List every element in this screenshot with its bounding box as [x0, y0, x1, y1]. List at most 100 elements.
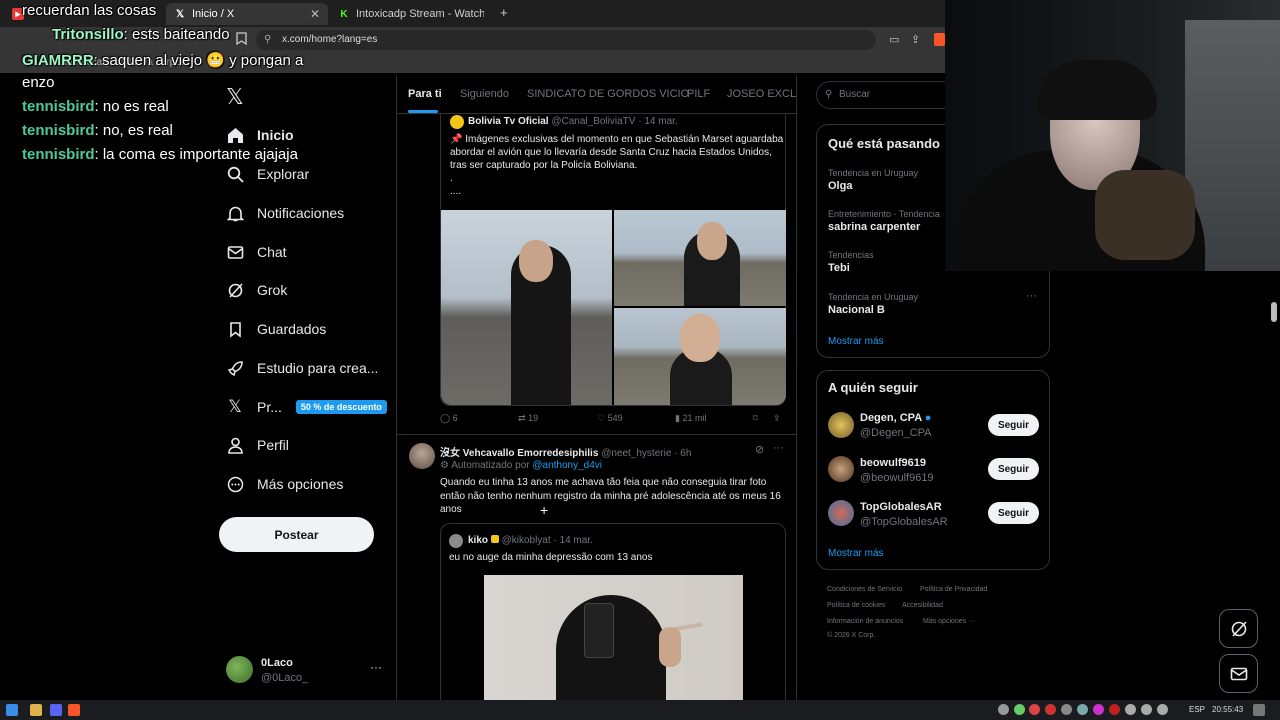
nav-bookmarks[interactable]: Guardados — [226, 314, 326, 344]
chat-text: : no es real — [94, 98, 169, 115]
share-icon[interactable]: ⇪ — [911, 32, 920, 48]
reply-button[interactable]: ◯ 6 — [440, 413, 458, 424]
nav-more[interactable]: Más opciones — [226, 469, 343, 499]
avatar[interactable] — [409, 443, 435, 469]
avatar[interactable] — [828, 412, 854, 438]
tab-list[interactable]: SINDICATO DE GORDOS VICIO — [527, 88, 689, 100]
bookmark-icon[interactable]: ⌑ — [753, 413, 758, 424]
clock[interactable]: 20:55:43 — [1212, 705, 1243, 714]
tab-list[interactable]: PILF — [687, 88, 710, 100]
folder-icon[interactable] — [30, 704, 42, 716]
tray-icon[interactable] — [1014, 704, 1025, 715]
tab-list[interactable]: JOSEO EXCLUSI — [727, 88, 796, 100]
start-icon[interactable] — [6, 704, 18, 716]
post-author[interactable]: 沒女 Vehcavallo Emorredesiphilis — [440, 448, 598, 459]
notification-icon[interactable] — [1253, 704, 1265, 716]
more-icon[interactable]: ··· — [773, 442, 784, 454]
post-author[interactable]: kiko — [468, 535, 488, 546]
post-author[interactable]: Bolivia Tv Oficial — [468, 116, 549, 127]
nav-profile[interactable]: Perfil — [226, 430, 289, 460]
follow-button[interactable]: Seguir — [988, 502, 1039, 524]
messages-float-button[interactable] — [1219, 654, 1258, 693]
footer-link[interactable]: Política de Privacidad — [920, 586, 987, 593]
tab-for-you[interactable]: Para ti — [408, 88, 442, 100]
x-logo-icon[interactable]: 𝕏 — [226, 84, 244, 110]
grok-float-button[interactable] — [1219, 609, 1258, 648]
tray-icon[interactable] — [1045, 704, 1056, 715]
trend-name[interactable]: Tebi — [828, 262, 850, 274]
grok-icon — [1231, 620, 1247, 637]
user-name[interactable]: TopGlobalesAR — [860, 501, 942, 513]
trend-name[interactable]: sabrina carpenter — [828, 221, 920, 233]
search-icon — [226, 165, 244, 183]
post-button[interactable]: Postear — [219, 517, 374, 552]
brave-icon[interactable] — [934, 33, 945, 46]
browser-tab[interactable]: K Intoxicadp Stream - Watch Live on Ki — [330, 3, 492, 25]
network-icon[interactable] — [1141, 704, 1152, 715]
share-icon[interactable]: ⇪ — [773, 413, 781, 424]
tray-icon[interactable] — [1029, 704, 1040, 715]
tray-icon[interactable] — [1077, 704, 1088, 715]
new-tab-icon[interactable]: + — [500, 5, 508, 21]
volume-icon[interactable] — [1157, 704, 1168, 715]
footer-link[interactable]: Información de anuncios — [827, 618, 903, 625]
follow-button[interactable]: Seguir — [988, 458, 1039, 480]
photo[interactable] — [441, 210, 612, 405]
repost-button[interactable]: ⇄ 19 — [518, 413, 538, 424]
quoted-post[interactable]: kiko @kikoblyat · 14 mar. eu no auge da … — [440, 523, 786, 720]
footer-link[interactable]: Accesibilidad — [902, 602, 943, 609]
discord-icon[interactable] — [50, 704, 62, 716]
nav-premium[interactable]: 𝕏 Pr... 50 % de descuento — [226, 392, 387, 422]
photo[interactable] — [614, 308, 786, 405]
bookmark-icon[interactable] — [236, 32, 247, 49]
tray-icon[interactable] — [998, 704, 1009, 715]
like-button[interactable]: ♡ 549 — [597, 413, 623, 424]
nav-label: Notificaciones — [257, 205, 345, 221]
automated-by-link[interactable]: @anthony_d4vi — [532, 460, 602, 471]
photo[interactable] — [484, 575, 743, 720]
show-more-link[interactable]: Mostrar más — [828, 548, 884, 559]
scrollbar-thumb[interactable] — [1271, 302, 1277, 322]
nav-grok[interactable]: Grok — [226, 275, 287, 305]
footer-link[interactable]: Condiciones de Servicio — [827, 586, 902, 593]
webcam-overlay — [945, 0, 1280, 271]
media-grid[interactable] — [441, 210, 786, 405]
follow-button[interactable]: Seguir — [988, 414, 1039, 436]
close-icon[interactable]: ✕ — [304, 7, 320, 21]
tray-icon[interactable] — [1109, 704, 1120, 715]
search-input[interactable]: ⚲ Buscar — [816, 81, 956, 109]
site-info-icon[interactable]: ⚲ — [264, 30, 271, 50]
nav-label: Explorar — [257, 166, 310, 182]
nav-notifications[interactable]: Notificaciones — [226, 198, 344, 228]
quoted-post[interactable]: Bolivia Tv Oficial @Canal_BoliviaTV · 14… — [440, 106, 786, 406]
trend-name[interactable]: Nacional B — [828, 304, 885, 316]
avatar[interactable] — [828, 500, 854, 526]
nav-explore[interactable]: Explorar — [226, 159, 309, 189]
tray-icon[interactable] — [1125, 704, 1136, 715]
show-more-link[interactable]: Mostrar más — [828, 336, 884, 347]
tray-icon[interactable] — [1061, 704, 1072, 715]
grok-icon[interactable]: ⊘ — [755, 443, 764, 456]
language-indicator[interactable]: ESP — [1189, 705, 1205, 714]
user-name[interactable]: beowulf9619 — [860, 457, 926, 469]
tray-icon[interactable] — [1093, 704, 1104, 715]
views-button[interactable]: ▮ 21 mil — [675, 413, 706, 424]
footer-link[interactable]: Más opciones ··· — [923, 618, 975, 625]
browser-tab-active[interactable]: 𝕏 Inicio / X ✕ — [166, 3, 328, 25]
screen-icon[interactable]: ▭ — [889, 32, 899, 48]
brave-icon[interactable] — [68, 704, 80, 716]
chat-message: recuerdan las cosas — [22, 2, 156, 19]
nav-creator-studio[interactable]: Estudio para crea... — [226, 353, 378, 383]
verified-icon: ● — [924, 412, 932, 424]
more-icon[interactable]: ··· — [370, 660, 382, 674]
user-name[interactable]: Degen, CPA ● — [860, 412, 931, 424]
footer-link[interactable]: Política de cookies — [827, 602, 885, 609]
nav-home[interactable]: Inicio — [226, 120, 294, 150]
nav-chat[interactable]: Chat — [226, 237, 287, 267]
account-switcher[interactable]: 0Laco @0Laco_ ··· — [226, 656, 396, 686]
url-input[interactable]: ⚲ x.com/home?lang=es — [256, 30, 876, 50]
photo[interactable] — [614, 210, 786, 306]
avatar[interactable] — [828, 456, 854, 482]
more-icon[interactable]: ··· — [1026, 290, 1037, 302]
tab-following[interactable]: Siguiendo — [460, 88, 509, 100]
